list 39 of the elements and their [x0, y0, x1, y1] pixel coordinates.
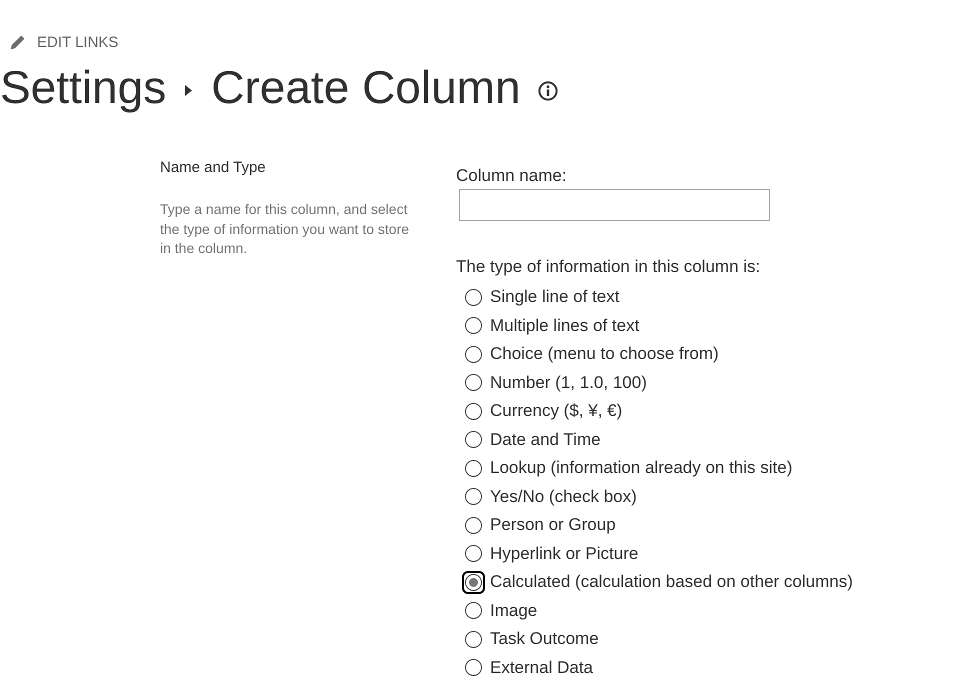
option-label[interactable]: Currency ($, ¥, €)	[490, 400, 622, 422]
section-description: Type a name for this column, and select the type of information you want to store in the column.	[160, 200, 410, 258]
option-label[interactable]: External Data	[490, 656, 593, 679]
pencil-icon	[10, 35, 25, 50]
option-label[interactable]: Task Outcome	[490, 628, 599, 650]
radio-button[interactable]	[465, 288, 482, 306]
radio-button[interactable]	[465, 659, 482, 676]
option-label[interactable]: Multiple lines of text	[490, 314, 640, 337]
radio-button[interactable]	[465, 516, 482, 534]
section-title: Name and Type	[160, 158, 267, 178]
info-icon[interactable]	[538, 81, 558, 101]
option-label[interactable]: Hyperlink or Picture	[490, 542, 638, 565]
field-label: Column name:	[456, 165, 567, 187]
radio-button[interactable]	[465, 460, 482, 477]
column-name-input[interactable]	[459, 189, 770, 221]
radio-button[interactable]	[465, 602, 482, 620]
option-label[interactable]: Number (1, 1.0, 100)	[490, 372, 647, 394]
option-label[interactable]: Image	[490, 600, 538, 622]
radio-button[interactable]	[465, 630, 482, 648]
radio-button[interactable]	[465, 374, 482, 392]
breadcrumb-separator-icon	[185, 84, 192, 96]
edit-links-link[interactable]: EDIT LINKS	[37, 34, 118, 52]
option-label[interactable]: Yes/No (check box)	[490, 486, 637, 508]
breadcrumb-link[interactable]: Settings	[0, 59, 166, 115]
option-label[interactable]: Lookup (information already on this site)	[490, 457, 792, 480]
radio-button[interactable]	[465, 346, 482, 363]
option-label[interactable]: Person or Group	[490, 514, 616, 536]
radio-button[interactable]	[465, 545, 482, 562]
option-label[interactable]: Calculated (calculation based on other columns)	[490, 571, 853, 594]
option-label[interactable]: Single line of text	[490, 286, 620, 308]
page-title: Create Column	[211, 60, 521, 115]
group-label: The type of information in this column is:	[456, 256, 760, 278]
radio-button[interactable]	[465, 488, 482, 506]
radio-button[interactable]	[465, 431, 482, 448]
option-label[interactable]: Choice (menu to choose from)	[490, 343, 719, 366]
radio-button[interactable]	[462, 570, 485, 594]
radio-button[interactable]	[465, 402, 482, 420]
option-label[interactable]: Date and Time	[490, 428, 601, 451]
radio-button[interactable]	[465, 317, 482, 334]
